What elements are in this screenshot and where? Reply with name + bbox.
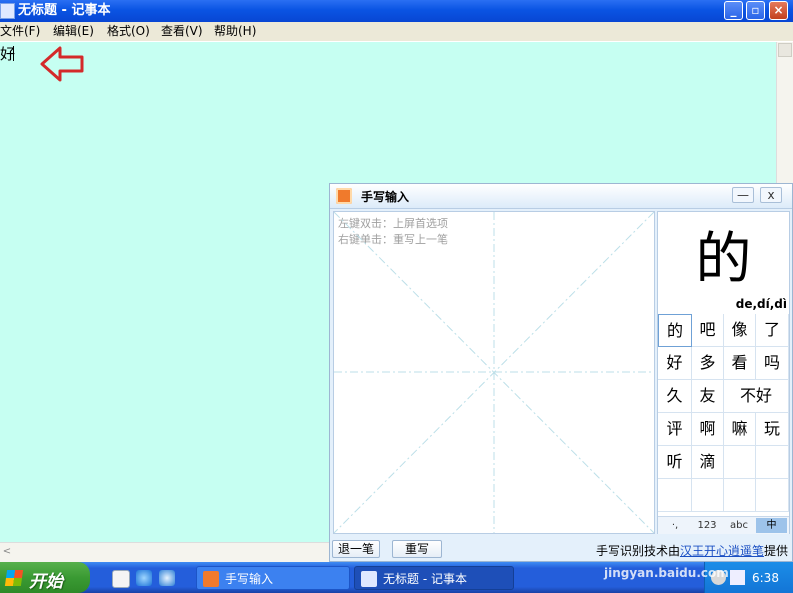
menu-help[interactable]: 帮助(H) [214,24,256,39]
candidate-cell[interactable]: 久 [658,380,692,413]
red-arrow-icon [40,46,84,82]
pen-icon [203,571,219,587]
candidate-cell[interactable]: 听 [658,446,692,479]
handwriting-title-bar[interactable]: 手写输入 — x [330,184,792,209]
candidate-cell[interactable] [658,479,692,512]
candidate-cell[interactable]: 看 [724,347,756,380]
undo-stroke-button[interactable]: 退一笔 [332,540,380,558]
tray-ime-icon[interactable] [730,570,745,585]
menu-view[interactable]: 查看(V) [161,24,203,39]
handwriting-minimize-button[interactable]: — [732,187,754,203]
candidate-cell[interactable]: 好 [658,347,692,380]
candidate-cell[interactable]: 的 [658,314,692,347]
candidate-cell[interactable]: 嘛 [724,413,756,446]
menu-file[interactable]: 文件(F) [0,24,40,39]
start-label: 开始 [29,572,63,592]
candidate-cell[interactable] [724,479,756,512]
candidate-panel: 的 de,dí,dì 的 吧 像 了 好 多 看 吗 久 友 不好 评 啊 嘛 … [657,211,790,534]
candidate-cell[interactable]: 友 [692,380,724,413]
rewrite-button[interactable]: 重写 [392,540,442,558]
mode-numbers[interactable]: 123 [692,518,722,533]
candidate-cell[interactable] [756,446,789,479]
candidate-cell[interactable] [724,446,756,479]
candidate-cell[interactable]: 滴 [692,446,724,479]
candidate-cell[interactable]: 吗 [756,347,789,380]
credit-link-pen[interactable]: 开心逍遥笔 [704,544,764,558]
task-notepad[interactable]: 无标题 - 记事本 [354,566,514,590]
candidate-cell[interactable] [692,479,724,512]
candidate-cell[interactable]: 不好 [724,380,789,413]
candidate-cell[interactable]: 像 [724,314,756,347]
window-title: 无标题 - 记事本 [18,3,111,18]
candidate-cell[interactable]: 多 [692,347,724,380]
watermark: jingyan.baidu.com [604,566,729,580]
credit-text: 手写识别技术由汉王开心逍遥笔提供 [596,542,788,559]
candidate-cell[interactable]: 评 [658,413,692,446]
windows-logo-icon [4,570,24,586]
scroll-up-button[interactable] [778,43,792,57]
credit-link-hanwang[interactable]: 汉王 [680,544,704,558]
candidate-cell[interactable]: 玩 [756,413,789,446]
handwriting-pad[interactable]: 左键双击：上屏首选项 右键单击：重写上一笔 [333,211,655,534]
handwriting-close-button[interactable]: x [760,187,782,203]
task-handwriting[interactable]: 手写输入 [196,566,350,590]
menu-bar: 文件(F) 编辑(E) 格式(O) 查看(V) 帮助(H) [0,22,793,42]
candidate-cell[interactable]: 了 [756,314,789,347]
ie-icon[interactable] [136,570,152,586]
pad-guide-lines [334,212,654,533]
candidate-cell[interactable] [756,479,789,512]
notepad-icon [361,571,377,587]
preview-character: 的 [695,227,752,292]
close-button[interactable]: × [769,1,788,20]
text-caret [13,46,14,61]
scroll-left-arrow-icon[interactable]: < [1,545,13,559]
credit-suffix: 提供 [763,544,788,558]
task-label: 手写输入 [225,572,274,586]
quicklaunch-icon[interactable] [112,570,130,588]
handwriting-title: 手写输入 [361,190,410,204]
candidate-cell[interactable]: 吧 [692,314,724,347]
task-label: 无标题 - 记事本 [383,572,467,586]
mode-switch-bar: ·, 123 abc 中 [658,516,789,534]
credit-prefix: 手写识别技术由 [595,544,680,558]
mode-punctuation[interactable]: ·, [660,518,690,533]
handwriting-input-window[interactable]: 手写输入 — x 左键双击：上屏首选项 右键单击：重写上一笔 的 de,dí,d… [329,183,793,562]
minimize-button[interactable]: _ [724,1,743,20]
start-button[interactable]: 开始 [0,562,90,593]
candidate-cell[interactable]: 啊 [692,413,724,446]
maximize-button[interactable]: ▫ [746,1,765,20]
handwriting-bottom-bar: 退一笔 重写 手写识别技术由汉王开心逍遥笔提供 [330,536,792,561]
notepad-app-icon[interactable] [0,3,15,19]
mode-letters[interactable]: abc [724,518,754,533]
clock[interactable]: 6:38 [752,571,779,585]
menu-edit[interactable]: 编辑(E) [53,24,94,39]
pen-icon [336,188,352,204]
notepad-title-bar[interactable]: 无标题 - 记事本 _ ▫ × [0,0,793,22]
media-icon[interactable] [159,570,175,586]
menu-format[interactable]: 格式(O) [107,24,150,39]
pinyin-label: de,dí,dì [735,297,787,311]
mode-chinese[interactable]: 中 [756,518,787,533]
